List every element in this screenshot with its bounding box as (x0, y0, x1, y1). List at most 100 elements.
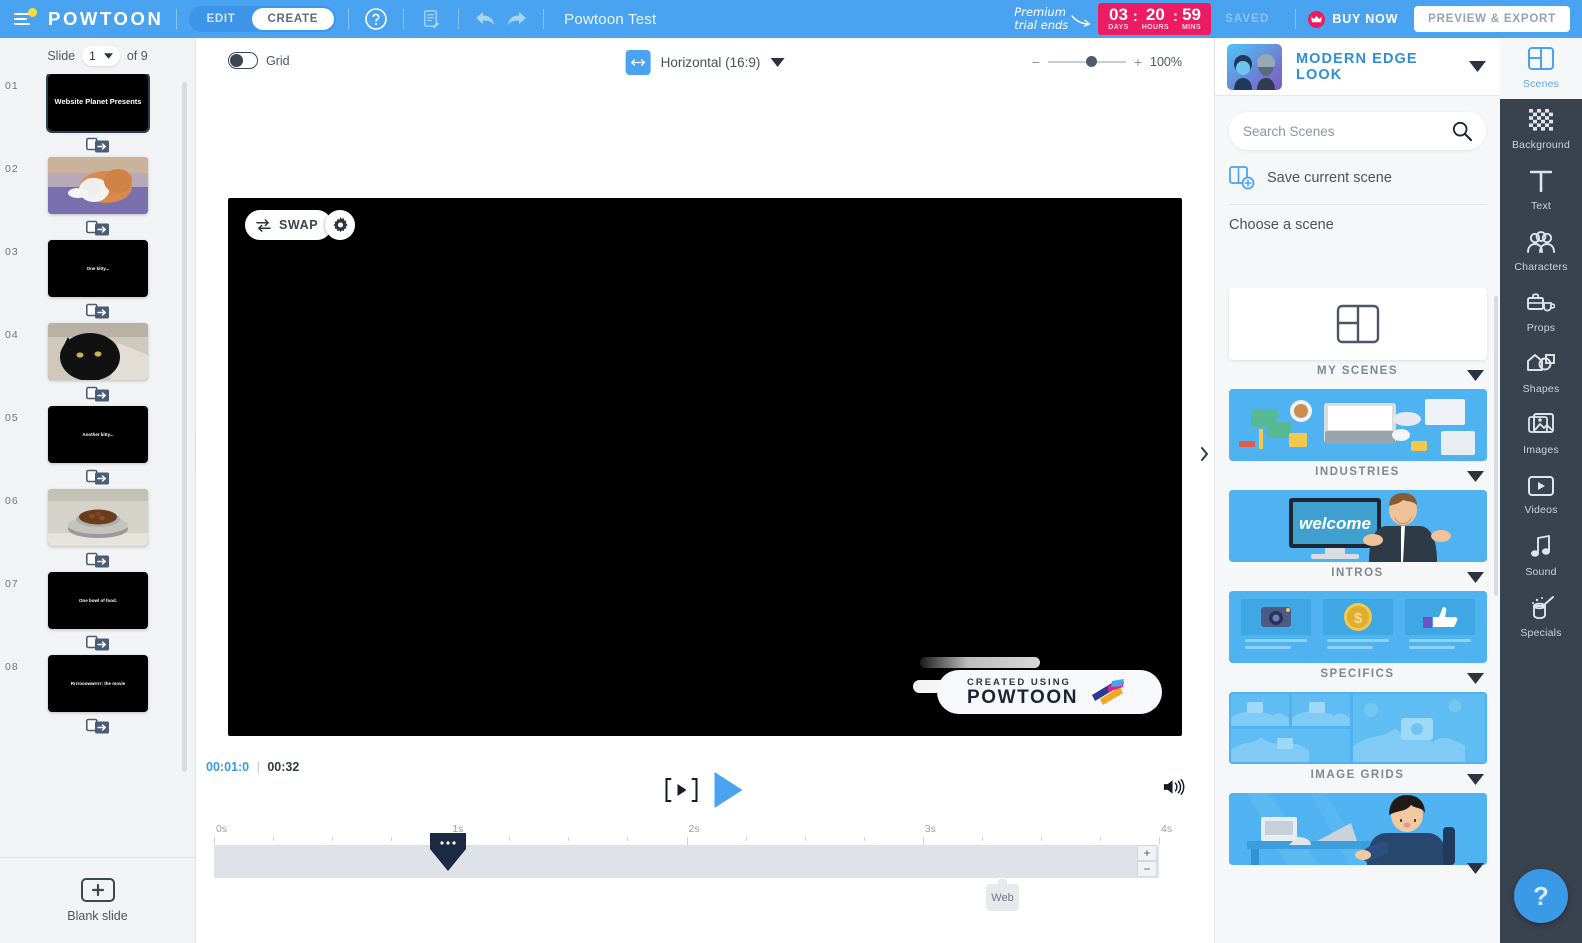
caret-down-icon[interactable] (1467, 370, 1484, 381)
grid-toggle-switch[interactable] (228, 52, 258, 69)
tab-edit[interactable]: EDIT (191, 8, 252, 30)
scene-thumbnail[interactable] (1229, 288, 1487, 360)
slide-transition[interactable] (0, 714, 196, 738)
zoom-control[interactable]: − + 100% (1032, 54, 1186, 70)
slide-transition-icon[interactable] (86, 136, 110, 154)
buy-now-button[interactable]: BUY NOW (1332, 12, 1398, 26)
step-frame-button[interactable] (665, 775, 699, 805)
document-title[interactable]: Powtoon Test (564, 11, 656, 28)
slide-row[interactable]: 04 (0, 323, 196, 380)
tool-sound[interactable]: Sound (1500, 526, 1582, 587)
slide-thumbnail[interactable] (48, 323, 148, 380)
slide-row[interactable]: 02 (0, 157, 196, 214)
powtoon-logo[interactable]: POWTOON (48, 8, 164, 30)
chevron-down-icon[interactable] (770, 58, 785, 67)
slide-transition-icon[interactable] (86, 551, 110, 569)
slide-transition-icon[interactable] (86, 634, 110, 652)
tool-background[interactable]: Background (1500, 99, 1582, 160)
slide-thumbnail[interactable]: Another kitty... (48, 406, 148, 463)
slide-row[interactable]: 06 (0, 489, 196, 546)
redo-arrow-icon[interactable] (501, 4, 531, 34)
grid-toggle[interactable]: Grid (228, 52, 290, 69)
scene-thumbnail[interactable] (1229, 389, 1487, 461)
scene-category[interactable]: welcome INTROS (1229, 490, 1487, 587)
slide-transition[interactable] (0, 216, 196, 240)
slides-scrollbar[interactable] (182, 82, 187, 772)
zoom-slider-handle[interactable] (1085, 56, 1097, 67)
preview-export-button[interactable]: PREVIEW & EXPORT (1414, 6, 1570, 32)
slide-row[interactable]: 05 Another kitty... (0, 406, 196, 463)
tool-shapes[interactable]: Shapes (1500, 343, 1582, 404)
slide-transition[interactable] (0, 299, 196, 323)
timeline-track[interactable]: + − (214, 845, 1159, 878)
zoom-in-button[interactable]: + (1134, 54, 1142, 70)
canvas-settings-button[interactable] (325, 210, 355, 240)
tool-videos[interactable]: Videos (1500, 465, 1582, 526)
scene-thumbnail[interactable] (1229, 692, 1487, 764)
slide-canvas[interactable]: SWAP CREATED USING POWTOON (228, 198, 1182, 736)
library-scrollbar[interactable] (1494, 296, 1498, 596)
slide-thumbnail[interactable]: One bowl of food. (48, 572, 148, 629)
caret-down-icon[interactable] (1467, 471, 1484, 482)
caret-down-icon[interactable] (1467, 774, 1484, 785)
slide-transition[interactable] (0, 631, 196, 655)
collapse-library-panel-button[interactable] (1194, 430, 1214, 478)
timeline-zoom-out-button[interactable]: − (1137, 861, 1157, 877)
slide-transition-icon[interactable] (86, 717, 110, 735)
tool-specials[interactable]: Specials (1500, 587, 1582, 648)
scene-thumbnail[interactable]: $ (1229, 591, 1487, 663)
tool-images[interactable]: Images (1500, 404, 1582, 465)
search-scenes-field[interactable] (1229, 112, 1486, 150)
search-magnifier-icon[interactable] (1452, 121, 1472, 141)
scene-thumbnail[interactable]: welcome (1229, 490, 1487, 562)
mode-switcher[interactable]: EDIT CREATE (188, 6, 337, 32)
slide-row[interactable]: 01 Website Planet Presents (0, 74, 196, 133)
undo-arrow-icon[interactable] (471, 4, 501, 34)
scene-category[interactable]: $ SPECIFICS (1229, 591, 1487, 688)
scene-category[interactable]: IMAGE GRIDS (1229, 692, 1487, 789)
slide-row[interactable]: 08 Rrrrooowwrrrr: the movie (0, 655, 196, 712)
chevron-down-icon[interactable] (1469, 61, 1486, 72)
tab-create[interactable]: CREATE (251, 8, 335, 30)
slide-transition-icon[interactable] (86, 302, 110, 320)
slide-selector-dropdown[interactable]: 1 (82, 46, 120, 66)
caret-down-icon[interactable] (1467, 572, 1484, 583)
slide-transition-icon[interactable] (86, 219, 110, 237)
web-tag[interactable]: Web (986, 884, 1019, 911)
search-input[interactable] (1243, 123, 1452, 139)
caret-down-icon[interactable] (1467, 673, 1484, 684)
slides-scroll-area[interactable]: 01 Website Planet Presents 02 03 One kitty..… (0, 74, 196, 874)
help-floating-button[interactable]: ? (1514, 869, 1568, 923)
play-button[interactable] (712, 770, 746, 810)
caret-down-icon[interactable] (1467, 863, 1484, 874)
slide-row[interactable]: 07 One bowl of food. (0, 572, 196, 629)
playhead-handle[interactable] (428, 831, 468, 878)
slide-transition[interactable] (0, 548, 196, 572)
slide-transition[interactable] (0, 465, 196, 489)
zoom-slider[interactable] (1047, 56, 1126, 67)
tool-characters[interactable]: Characters (1500, 221, 1582, 282)
timeline-zoom-in-button[interactable]: + (1137, 845, 1157, 861)
scene-thumbnail[interactable] (1229, 793, 1487, 865)
scene-category[interactable]: MY SCENES (1229, 288, 1487, 385)
slide-transition[interactable] (0, 133, 196, 157)
zoom-out-button[interactable]: − (1032, 54, 1040, 70)
slide-thumbnail[interactable]: Website Planet Presents (46, 74, 150, 133)
scene-category[interactable] (1229, 793, 1487, 878)
slide-transition[interactable] (0, 382, 196, 406)
notes-edit-icon[interactable] (416, 4, 446, 34)
help-circle-icon[interactable] (361, 4, 391, 34)
slide-thumbnail[interactable] (48, 157, 148, 214)
slide-thumbnail[interactable] (48, 489, 148, 546)
aspect-ratio-dropdown[interactable]: Horizontal (16:9) (625, 50, 785, 75)
scene-category-list[interactable]: MY SCENES INDUSTRIES welcome INTROS $ SPECIFI… (1215, 288, 1500, 943)
slide-transition-icon[interactable] (86, 385, 110, 403)
slide-transition-icon[interactable] (86, 468, 110, 486)
tool-text[interactable]: Text (1500, 160, 1582, 221)
volume-button[interactable] (1161, 776, 1186, 803)
scene-category[interactable]: INDUSTRIES (1229, 389, 1487, 486)
swap-button[interactable]: SWAP (245, 210, 333, 240)
slide-thumbnail[interactable]: One kitty... (48, 240, 148, 297)
main-menu-button[interactable] (6, 0, 40, 38)
tool-props[interactable]: Props (1500, 282, 1582, 343)
